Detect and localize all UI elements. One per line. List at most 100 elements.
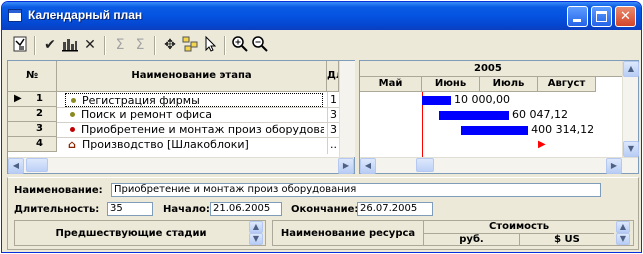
- properties-icon[interactable]: [10, 35, 30, 55]
- table-row-indicator[interactable]: 3: [8, 122, 57, 137]
- stage-dot-icon: [70, 127, 75, 132]
- gantt-year-header: 2005: [360, 61, 622, 77]
- predecessors-header: Предшествующие стадии: [55, 228, 207, 239]
- column-divider: [327, 92, 328, 154]
- table-row-indicator[interactable]: 2: [8, 107, 57, 122]
- scroll-down-icon[interactable]: ▼: [616, 233, 630, 245]
- toolbar-separator: [104, 36, 106, 55]
- row-number: 3: [36, 123, 43, 134]
- table-row[interactable]: Регистрация фирмы: [65, 93, 323, 107]
- month-header: Май: [360, 77, 422, 92]
- milestone-flag-icon[interactable]: ▶: [538, 139, 546, 150]
- scroll-left-icon[interactable]: ◀: [360, 158, 376, 174]
- scroll-thumb[interactable]: [416, 158, 434, 172]
- pointer-icon[interactable]: [200, 35, 220, 55]
- add-stage-icon[interactable]: ✥: [160, 35, 180, 55]
- stage-name: Регистрация фирмы: [82, 94, 200, 107]
- scroll-right-icon[interactable]: ▶: [338, 158, 354, 174]
- table-row[interactable]: Поиск и ремонт офиса: [66, 108, 324, 122]
- gantt-horizontal-scrollbar[interactable]: ◀ ▶: [360, 157, 638, 174]
- cost-rub-header: руб.: [459, 234, 484, 245]
- stage-duration: 3: [330, 123, 337, 136]
- grid-horizontal-scrollbar[interactable]: ◀ ▶: [8, 157, 354, 174]
- stage-dot-icon: [70, 112, 75, 117]
- end-date-field[interactable]: 26.07.2005: [357, 202, 433, 216]
- toolbar-separator: [34, 36, 36, 55]
- scroll-left-icon[interactable]: ◀: [8, 158, 24, 174]
- row-number: 4: [36, 138, 43, 149]
- resources-icon[interactable]: [60, 35, 80, 55]
- stage-duration: 3: [330, 108, 337, 121]
- stage-name: Поиск и ремонт офиса: [81, 108, 212, 121]
- gantt-body: 10 000,00 60 047,12 400 314,12 ▶: [360, 92, 622, 157]
- minimize-icon: [573, 19, 581, 22]
- zoom-in-icon[interactable]: [230, 35, 250, 55]
- column-header-duration[interactable]: Дли: [327, 61, 339, 92]
- gantt-bar[interactable]: [460, 126, 529, 135]
- gantt-bar[interactable]: [439, 111, 509, 120]
- stage-details: Наименование: Приобретение и монтаж прои…: [7, 177, 639, 250]
- gantt-bar-cost: 400 314,12: [531, 123, 595, 136]
- resource-name-header: Наименование ресурса: [280, 228, 416, 239]
- month-header: Август: [538, 77, 596, 92]
- gantt-bar-cost: 10 000,00: [454, 93, 510, 106]
- column-header-name[interactable]: Наименование этапа: [57, 61, 327, 92]
- row-number: 1: [36, 93, 43, 104]
- name-label: Наименование:: [14, 185, 103, 196]
- table-row-indicator[interactable]: ▶ 1: [8, 92, 57, 107]
- duration-field[interactable]: 35: [107, 202, 153, 216]
- title-bar[interactable]: Календарный план ✕: [2, 2, 641, 30]
- check-icon[interactable]: ✔: [40, 35, 60, 55]
- year-label: 2005: [474, 63, 502, 74]
- gantt-chart: 2005 Май Июнь Июль Август 10 000,00 60 047,1…: [359, 60, 639, 174]
- window-title: Календарный план: [28, 8, 143, 22]
- zoom-out-icon[interactable]: [250, 35, 270, 55]
- grid-vertical-scrollbar[interactable]: [339, 61, 355, 157]
- start-label: Начало:: [163, 204, 210, 215]
- stage-dot-icon: [71, 98, 76, 103]
- sum-alt-icon[interactable]: Σ: [130, 35, 150, 55]
- scroll-down-icon[interactable]: ▼: [623, 141, 639, 157]
- table-row[interactable]: Приобретение и монтаж произ оборудован: [66, 123, 324, 137]
- scroll-down-icon[interactable]: ▼: [249, 233, 263, 245]
- scroll-right-icon[interactable]: ▶: [606, 158, 622, 174]
- stage-duration: ..: [330, 138, 337, 151]
- month-header: Июль: [480, 77, 538, 92]
- cost-usd-header: $ US: [554, 234, 580, 245]
- table-row[interactable]: ⌂ Производство [Шлакоблоки]: [66, 138, 324, 152]
- month-header: Июнь: [422, 77, 480, 92]
- sum-icon[interactable]: Σ: [110, 35, 130, 55]
- gantt-vertical-scrollbar[interactable]: ▲ ▼: [622, 61, 639, 157]
- gantt-months-header: Май Июнь Июль Август: [360, 77, 622, 92]
- current-row-arrow-icon: ▶: [14, 93, 22, 104]
- predecessors-table[interactable]: Предшествующие стадии ▲ ▼: [14, 220, 266, 246]
- close-icon: ✕: [620, 9, 631, 24]
- start-date-field[interactable]: 21.06.2005: [210, 202, 282, 216]
- end-label: Окончание:: [291, 204, 359, 215]
- stage-name: Приобретение и монтаж произ оборудован: [81, 123, 324, 136]
- window-icon: [8, 9, 22, 22]
- hierarchy-icon[interactable]: [180, 35, 200, 55]
- minimize-button[interactable]: [567, 6, 588, 27]
- scroll-up-icon[interactable]: ▲: [623, 61, 639, 77]
- scroll-up-icon[interactable]: ▲: [616, 221, 630, 233]
- close-button[interactable]: ✕: [615, 6, 636, 27]
- duration-label: Длительность:: [14, 204, 100, 215]
- maximize-button[interactable]: [591, 6, 612, 27]
- stage-name: Производство [Шлакоблоки]: [82, 138, 249, 151]
- resources-table[interactable]: Наименование ресурса Стоимость руб. $ US…: [272, 220, 634, 246]
- scroll-up-icon[interactable]: ▲: [249, 221, 263, 233]
- stage-name-field[interactable]: Приобретение и монтаж произ оборудования: [111, 183, 601, 197]
- column-header-num[interactable]: №: [8, 61, 57, 92]
- stages-grid: № Наименование этапа Дли ▶ 1 Регистрация…: [7, 60, 355, 174]
- row-number: 2: [36, 108, 43, 119]
- table-row-indicator[interactable]: 4: [8, 137, 57, 152]
- cost-header: Стоимость: [488, 221, 550, 232]
- toolbar-separator: [154, 36, 156, 55]
- gantt-bar[interactable]: [422, 96, 451, 105]
- calendar-plan-window: Календарный план ✕ ✔ ✕ Σ Σ ✥ № Наименова…: [1, 1, 642, 253]
- scroll-thumb[interactable]: [26, 158, 48, 172]
- production-icon: ⌂: [68, 138, 76, 151]
- delete-icon[interactable]: ✕: [80, 35, 100, 55]
- gantt-bar-cost: 60 047,12: [512, 108, 568, 121]
